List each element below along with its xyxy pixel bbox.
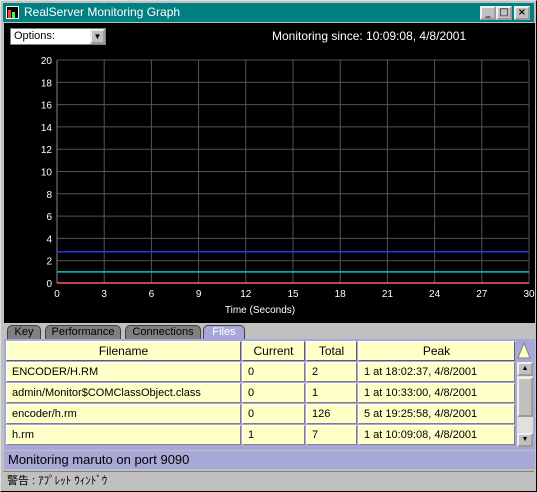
scroll-down-button[interactable]: ▼ [517, 433, 533, 447]
tab-connections[interactable]: Connections [125, 325, 201, 339]
table-cell-filename[interactable]: h.rm [6, 425, 241, 445]
table-cell-peak[interactable]: 1 at 10:33:00, 4/8/2001 [358, 383, 515, 403]
vertical-scrollbar[interactable]: ▲ ▼ [517, 362, 533, 447]
applet-warning-bar: 警告 : ｱﾌﾟﾚｯﾄ ｳｨﾝﾄﾞｳ [3, 471, 534, 489]
y-tick-label: 14 [41, 123, 53, 134]
applet-window: RealServer Monitoring Graph _ □ × Option… [0, 0, 537, 492]
table-cell-current[interactable]: 1 [242, 425, 305, 445]
y-tick-label: 12 [41, 145, 53, 156]
y-tick-label: 0 [46, 279, 52, 290]
y-tick-label: 20 [41, 56, 53, 67]
y-tick-label: 6 [46, 212, 52, 223]
status-bar: Monitoring maruto on port 9090 [4, 451, 535, 469]
maximize-button[interactable]: □ [496, 6, 512, 20]
x-tick-label: 18 [335, 289, 347, 300]
close-button[interactable]: × [514, 6, 530, 20]
column-header-peak[interactable]: Peak [358, 341, 515, 361]
x-tick-label: 30 [523, 289, 535, 300]
x-tick-label: 15 [287, 289, 299, 300]
table-cell-peak[interactable]: 1 at 18:02:37, 4/8/2001 [358, 362, 515, 382]
x-tick-label: 9 [196, 289, 202, 300]
title-bar[interactable]: RealServer Monitoring Graph _ □ × [3, 3, 534, 22]
chart-grid [56, 59, 530, 284]
chart-tick-labels: 0 3 6 9 12 15 18 21 24 27 3002468101214161820 [41, 56, 535, 300]
table-cell-total[interactable]: 1 [306, 383, 357, 403]
y-tick-label: 2 [46, 257, 52, 268]
sort-triangle-icon[interactable] [516, 341, 532, 360]
x-axis-label: Time (Seconds) [225, 305, 295, 316]
line-chart: 0 3 6 9 12 15 18 21 24 27 3002468101214161820 Time… [41, 56, 535, 316]
table-cell-filename[interactable]: admin/Monitor$COMClassObject.class [6, 383, 241, 403]
x-tick-label: 6 [149, 289, 155, 300]
x-tick-label: 21 [382, 289, 394, 300]
tab-performance[interactable]: Performance [45, 325, 121, 339]
column-header-filename[interactable]: Filename [6, 341, 241, 361]
scroll-thumb[interactable] [517, 377, 533, 417]
y-tick-label: 10 [41, 168, 53, 179]
x-tick-label: 27 [476, 289, 488, 300]
column-header-total[interactable]: Total [306, 341, 357, 361]
table-cell-total[interactable]: 126 [306, 404, 357, 424]
files-table: Filename Current Total Peak ENCODER/H.RM… [4, 339, 535, 450]
table-cell-filename[interactable]: encoder/h.rm [6, 404, 241, 424]
window-title: RealServer Monitoring Graph [24, 5, 181, 19]
minimize-button[interactable]: _ [480, 6, 496, 20]
table-cell-peak[interactable]: 1 at 10:09:08, 4/8/2001 [358, 425, 515, 445]
table-cell-total[interactable]: 2 [306, 362, 357, 382]
y-tick-label: 8 [46, 190, 52, 201]
tab-files[interactable]: Files [203, 325, 245, 339]
x-tick-label: 3 [101, 289, 107, 300]
table-cell-total[interactable]: 7 [306, 425, 357, 445]
y-tick-label: 16 [41, 101, 53, 112]
table-cell-current[interactable]: 0 [242, 383, 305, 403]
x-tick-label: 12 [240, 289, 252, 300]
tab-key[interactable]: Key [7, 325, 41, 339]
table-cell-peak[interactable]: 5 at 19:25:58, 4/8/2001 [358, 404, 515, 424]
table-cell-current[interactable]: 0 [242, 362, 305, 382]
column-header-current[interactable]: Current [242, 341, 305, 361]
x-tick-label: 0 [54, 289, 60, 300]
table-cell-current[interactable]: 0 [242, 404, 305, 424]
x-tick-label: 24 [429, 289, 441, 300]
monitoring-graph: Options: ▼ Monitoring since: 10:09:08, 4… [4, 23, 535, 323]
scroll-up-button[interactable]: ▲ [517, 362, 533, 376]
table-cell-filename[interactable]: ENCODER/H.RM [6, 362, 241, 382]
app-icon[interactable] [6, 6, 19, 19]
y-tick-label: 18 [41, 78, 53, 89]
y-tick-label: 4 [46, 234, 52, 245]
